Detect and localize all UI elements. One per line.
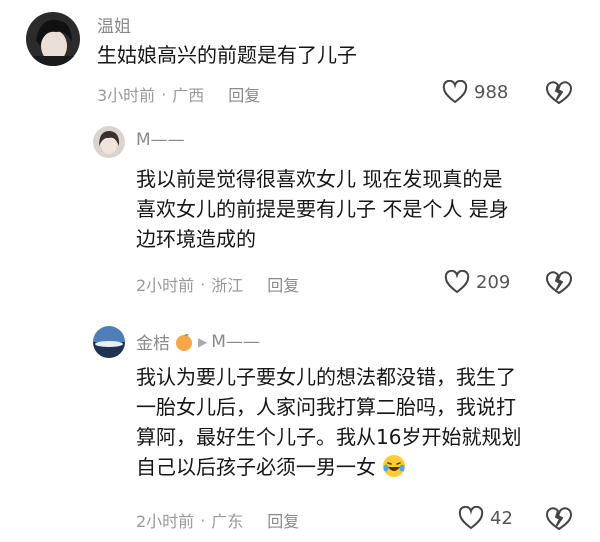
like-count: 209 xyxy=(476,271,511,293)
meta-separator: · xyxy=(200,510,206,530)
comment-text-line: 喜欢女儿的前提是要有儿子 不是个人 是身 xyxy=(136,197,509,221)
comment-1: 温姐 生姑娘高兴的前题是有了儿子 3小时前 · 广西 回复 988 xyxy=(0,0,600,120)
laughing-crying-emoji xyxy=(382,454,406,478)
play-triangle-icon: ▶ xyxy=(198,334,208,349)
comment-author-name[interactable]: 金桔 xyxy=(136,329,170,354)
broken-heart-icon xyxy=(545,81,573,104)
dislike-button[interactable] xyxy=(545,506,573,532)
comment-text-line: 我以前是觉得很喜欢女儿 现在发现真的是 xyxy=(136,167,503,191)
like-count: 988 xyxy=(474,81,509,103)
avatar-m[interactable] xyxy=(93,126,125,158)
comment-meta: 3小时前 · 广西 回复 xyxy=(97,82,260,106)
broken-heart-icon xyxy=(545,271,573,294)
broken-heart-icon xyxy=(545,507,573,530)
meta-separator: · xyxy=(200,274,206,294)
dislike-button[interactable] xyxy=(545,80,573,106)
comment-location: 广西 xyxy=(172,86,205,105)
comment-3: 金桔 ▶ M—— 我认为要儿子要女儿的想法都没错，我生了 一胎女儿后，人家问我打… xyxy=(0,320,600,542)
comment-text-line: 我认为要儿子要女儿的想法都没错，我生了 xyxy=(136,365,516,389)
comment-time: 3小时前 xyxy=(97,86,156,105)
avatar-wenjie[interactable] xyxy=(26,12,80,66)
comment-text-line: 算阿，最好生个儿子。我从16岁开始就规划 xyxy=(136,425,522,449)
comment-author-row: 金桔 ▶ M—— xyxy=(136,329,260,355)
comment-meta: 2小时前 · 广东 回复 xyxy=(136,508,299,532)
comment-text-line: 边环境造成的 xyxy=(136,227,256,251)
comment-time: 2小时前 xyxy=(136,276,195,295)
avatar-jinju[interactable] xyxy=(93,326,125,358)
reply-button[interactable]: 回复 xyxy=(267,508,299,532)
comment-text-line-last: 自己以后孩子必须一男一女 xyxy=(136,452,586,482)
comment-author-name[interactable]: 温姐 xyxy=(97,12,131,37)
comment-text-line: 自己以后孩子必须一男一女 xyxy=(136,455,376,479)
comment-text: 我以前是觉得很喜欢女儿 现在发现真的是 喜欢女儿的前提是要有儿子 不是个人 是身… xyxy=(136,164,576,254)
like-button[interactable]: 988 xyxy=(442,80,508,104)
avatar-image xyxy=(93,126,125,158)
comment-text: 生姑娘高兴的前题是有了儿子 xyxy=(97,43,357,67)
reply-button[interactable]: 回复 xyxy=(267,272,299,296)
comment-location: 浙江 xyxy=(211,276,244,295)
meta-separator: · xyxy=(161,84,167,104)
comment-2: M—— 我以前是觉得很喜欢女儿 现在发现真的是 喜欢女儿的前提是要有儿子 不是个… xyxy=(0,120,600,310)
comment-meta: 2小时前 · 浙江 回复 xyxy=(136,272,299,296)
comment-text-line: 一胎女儿后，人家问我打算二胎吗，我说打 xyxy=(136,395,516,419)
like-button[interactable]: 209 xyxy=(444,270,510,294)
orange-emoji xyxy=(174,332,194,352)
avatar-image xyxy=(93,326,125,358)
heart-outline-icon xyxy=(458,506,484,530)
like-button[interactable]: 42 xyxy=(458,506,513,530)
heart-outline-icon xyxy=(442,80,468,104)
comment-text: 我认为要儿子要女儿的想法都没错，我生了 一胎女儿后，人家问我打算二胎吗，我说打 … xyxy=(136,362,586,482)
like-count: 42 xyxy=(490,507,513,529)
heart-outline-icon xyxy=(444,270,470,294)
reply-to-name[interactable]: M—— xyxy=(211,332,260,352)
avatar-image xyxy=(26,12,80,66)
comment-author-name[interactable]: M—— xyxy=(136,130,185,150)
reply-button[interactable]: 回复 xyxy=(228,82,260,106)
comment-location: 广东 xyxy=(211,512,244,531)
dislike-button[interactable] xyxy=(545,270,573,296)
comment-time: 2小时前 xyxy=(136,512,195,531)
